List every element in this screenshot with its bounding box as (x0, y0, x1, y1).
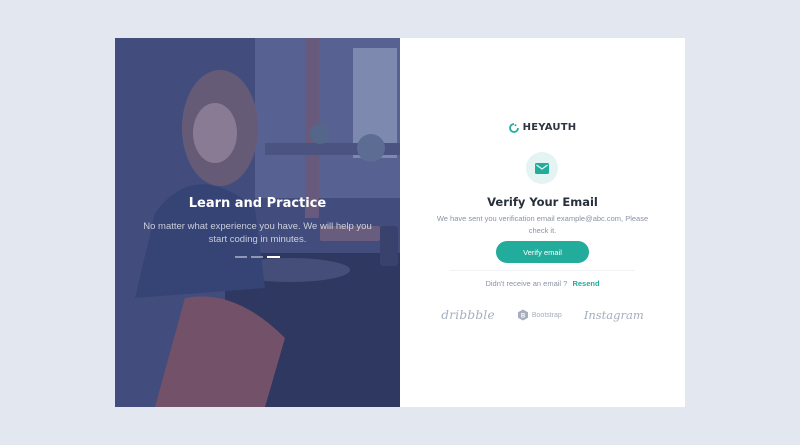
page-title: Verify Your Email (487, 195, 598, 209)
auth-card: Learn and Practice No matter what experi… (115, 38, 685, 407)
hero-caption: Learn and Practice No matter what experi… (115, 196, 400, 258)
brand-logo[interactable]: HEYAUTH (400, 122, 685, 133)
mail-icon (535, 162, 549, 174)
mail-icon-badge (526, 152, 558, 184)
hero-panel: Learn and Practice No matter what experi… (115, 38, 400, 407)
resend-row: Didn't receive an email ? Resend (400, 279, 685, 288)
partner-logos: dribbble B Bootstrap Instagram (400, 308, 685, 322)
hero-subtitle: No matter what experience you have. We w… (143, 221, 372, 245)
resend-link[interactable]: Resend (572, 279, 599, 288)
heyauth-logo-icon (508, 122, 519, 133)
carousel-dot[interactable] (251, 256, 263, 258)
resend-prompt: Didn't receive an email ? (485, 279, 568, 288)
bootstrap-label: Bootstrap (531, 311, 562, 319)
verification-message: We have sent you verification email exam… (436, 214, 649, 235)
carousel-indicators (115, 256, 400, 258)
verify-email-button[interactable]: Verify email (496, 241, 589, 263)
verify-panel: HEYAUTH Verify Your Email We have sent y… (400, 38, 685, 407)
instagram-logo: Instagram (583, 308, 644, 322)
brand-name: HEYAUTH (522, 122, 577, 133)
svg-text:B: B (521, 313, 526, 319)
hero-title: Learn and Practice (188, 196, 327, 211)
bootstrap-icon: B (517, 309, 528, 321)
divider (450, 270, 635, 271)
carousel-dot-active[interactable] (267, 256, 280, 258)
bootstrap-logo: B Bootstrap (517, 309, 562, 321)
carousel-dot[interactable] (235, 256, 247, 258)
dribbble-logo: dribbble (441, 308, 495, 322)
